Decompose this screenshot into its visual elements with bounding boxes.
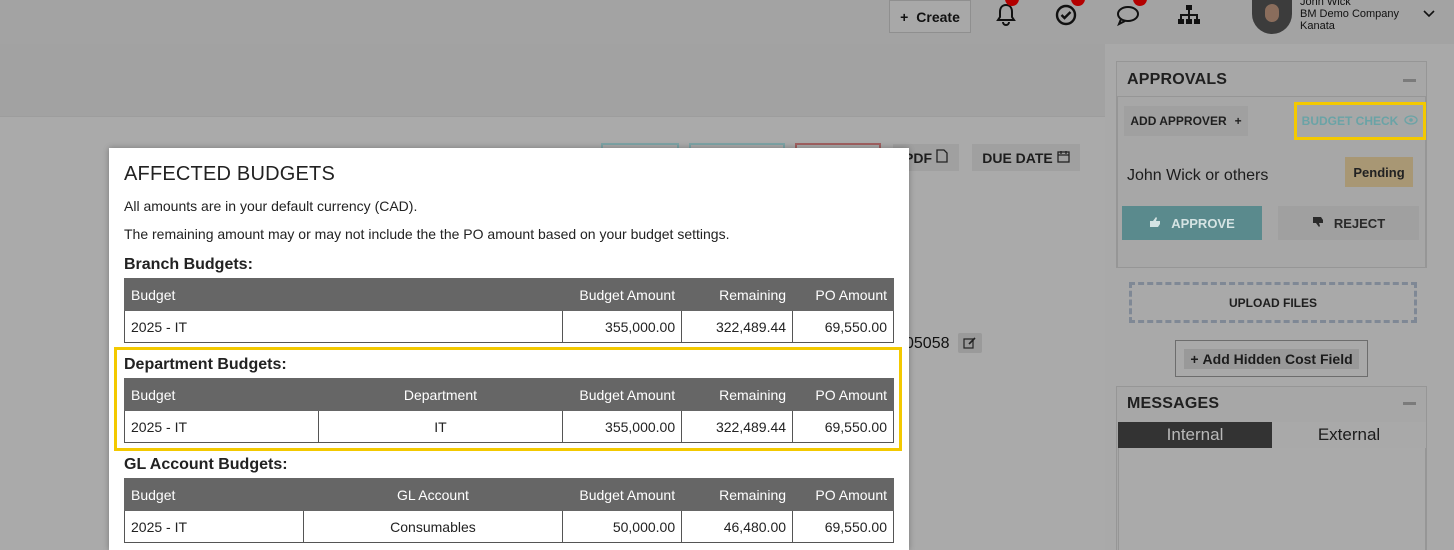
user-location: Kanata [1300,20,1335,32]
reject-button[interactable]: REJECT [1278,206,1419,240]
calendar-icon [1057,150,1070,166]
table-cell: Consumables [302,510,564,543]
add-hidden-cost-button[interactable]: + Add Hidden Cost Field [1184,348,1359,369]
thumbs-up-icon [1149,216,1161,231]
column-header: GL Account [302,478,564,511]
hidden-cost-wrapper: + Add Hidden Cost Field [1175,340,1368,377]
user-company: BM Demo Company [1300,8,1400,20]
plus-icon: + [900,8,909,25]
status-badge: Pending [1345,157,1413,187]
upload-files-dropzone[interactable]: UPLOAD FILES [1129,282,1417,323]
department-highlight-box [114,347,902,451]
gl-account-budgets-title: GL Account Budgets: [124,456,288,473]
plus-icon: + [1190,350,1199,367]
create-button[interactable]: + Create [889,0,971,33]
messages-title: MESSAGES [1127,395,1220,412]
page-header-band [0,44,1105,116]
column-header: Budget Amount [562,478,683,511]
org-chart-icon[interactable] [1176,2,1202,28]
tab-external[interactable]: External [1272,422,1426,448]
table-cell: 69,550.00 [792,510,894,543]
messages-body [1118,448,1426,550]
remaining-note: The remaining amount may or may not incl… [124,226,730,242]
plus-icon: + [1234,114,1242,128]
budget-check-button[interactable]: BUDGET CHECK [1294,102,1426,140]
currency-note: All amounts are in your default currency… [124,198,418,214]
column-header: Budget [123,278,564,311]
due-date-button[interactable]: DUE DATE [972,144,1080,171]
chevron-down-icon[interactable] [1422,6,1436,22]
table-row: 2025 - IT 355,000.00 322,489.44 69,550.0… [123,310,894,343]
table-cell: 46,480.00 [681,510,794,543]
message-tabs: Internal External [1118,422,1426,448]
eye-icon [1404,114,1418,128]
table-header-row: Budget Budget Amount Remaining PO Amount [123,278,894,311]
column-header: Remaining [681,278,794,311]
table-cell: 69,550.00 [792,310,894,343]
table-row: 2025 - IT Consumables 50,000.00 46,480.0… [124,510,894,543]
modal-title: AFFECTED BUDGETS [124,163,335,185]
check-circle-icon[interactable] [1053,0,1085,28]
table-cell: 355,000.00 [562,310,683,343]
approve-button[interactable]: APPROVE [1122,206,1262,240]
column-header: Budget [124,478,304,511]
gl-account-budgets-table: Budget GL Account Budget Amount Remainin… [124,478,894,543]
collapse-icon[interactable] [1403,402,1416,405]
chat-icon[interactable] [1115,0,1147,28]
top-bar [0,0,1454,44]
column-header: PO Amount [792,278,894,311]
po-number: 05058 [905,335,950,352]
thumbs-down-icon [1312,216,1324,231]
column-header: PO Amount [792,478,894,511]
branch-budgets-table: Budget Budget Amount Remaining PO Amount… [123,278,894,343]
table-cell: 50,000.00 [562,510,683,543]
branch-budgets-title: Branch Budgets: [124,256,253,273]
column-header: Remaining [681,478,794,511]
tab-internal[interactable]: Internal [1118,422,1272,448]
edit-icon[interactable] [958,333,982,353]
bell-icon[interactable] [993,0,1019,28]
table-cell: 322,489.44 [681,310,794,343]
approver-name: John Wick or others [1127,167,1269,184]
add-approver-button[interactable]: ADD APPROVER + [1124,106,1248,136]
column-header: Budget Amount [562,278,683,311]
collapse-icon[interactable] [1403,79,1416,82]
table-header-row: Budget GL Account Budget Amount Remainin… [124,478,894,511]
table-cell: 2025 - IT [123,310,564,343]
user-name: John Wick [1300,0,1351,8]
pdf-file-icon [936,149,948,166]
approvals-title: APPROVALS [1127,71,1228,88]
user-info[interactable]: John Wick BM Demo Company Kanata [1300,0,1399,32]
table-cell: 2025 - IT [124,510,304,543]
